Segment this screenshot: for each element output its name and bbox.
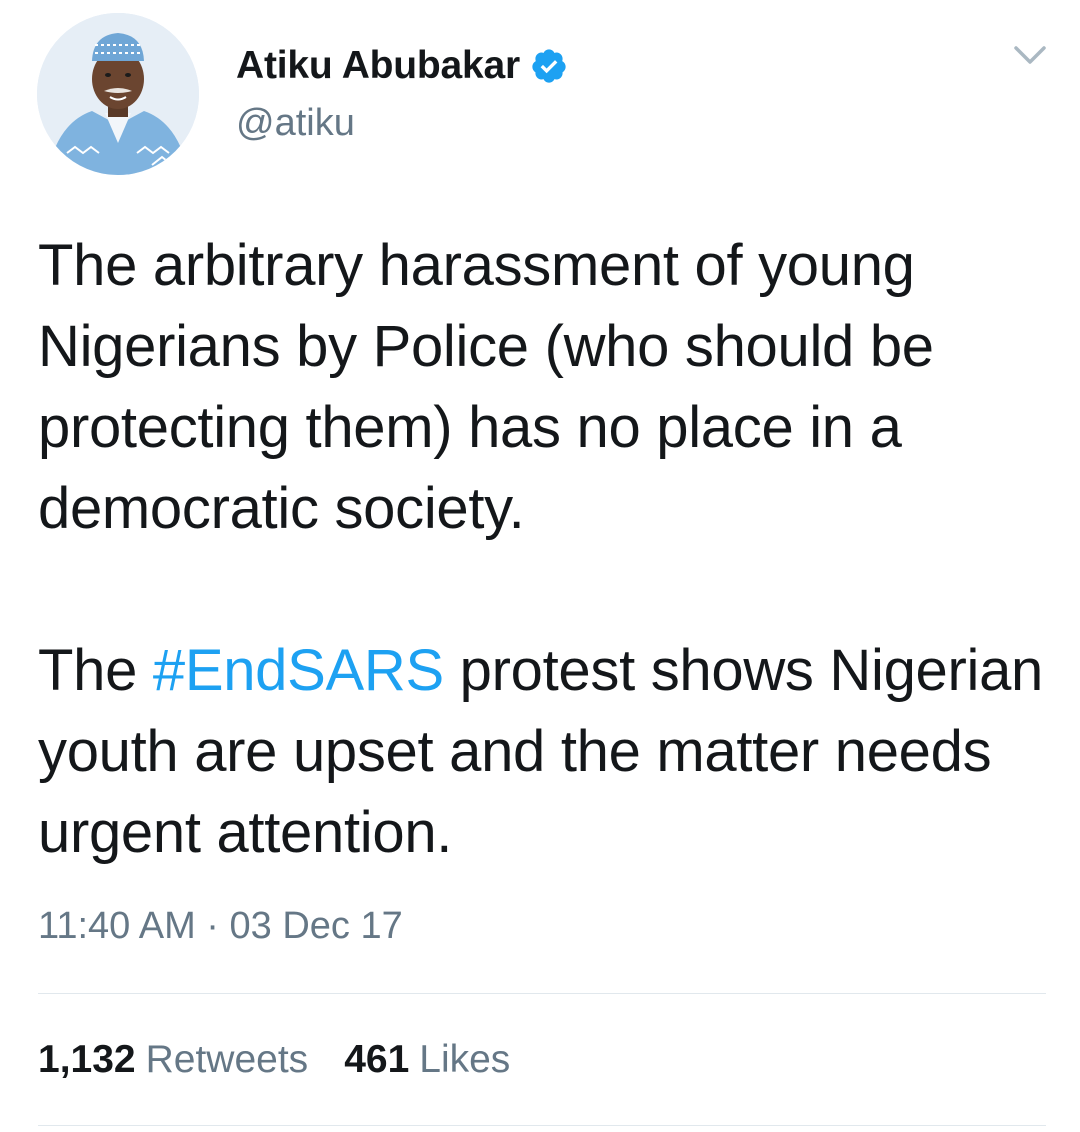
profile-photo [37,13,199,175]
divider [38,993,1046,994]
retweets-stat[interactable]: 1,132 Retweets [38,1038,308,1082]
likes-count: 461 [344,1038,410,1081]
tweet-text-segment: The [38,638,153,703]
tweet-text: The arbitrary harassment of young Nigeri… [38,225,1058,873]
retweets-label: Retweets [145,1038,309,1081]
avatar[interactable] [37,13,199,175]
user-handle[interactable]: @atiku [236,102,355,145]
chevron-down-icon[interactable] [1010,40,1050,70]
likes-label: Likes [419,1038,511,1081]
user-name-row: Atiku Abubakar [236,38,568,94]
tweet-stats: 1,132 Retweets 461 Likes [38,1038,510,1082]
tweet-paragraph: The #EndSARS protest shows Nigerian yout… [38,630,1058,873]
divider [38,1125,1046,1126]
hashtag-link[interactable]: #EndSARS [153,638,444,703]
tweet-timestamp[interactable]: 11:40 AM · 03 Dec 17 [38,905,403,948]
display-name[interactable]: Atiku Abubakar [236,44,520,88]
retweets-count: 1,132 [38,1038,136,1081]
likes-stat[interactable]: 461 Likes [344,1038,510,1082]
tweet-paragraph: The arbitrary harassment of young Nigeri… [38,233,934,541]
verified-badge-icon [530,47,568,85]
